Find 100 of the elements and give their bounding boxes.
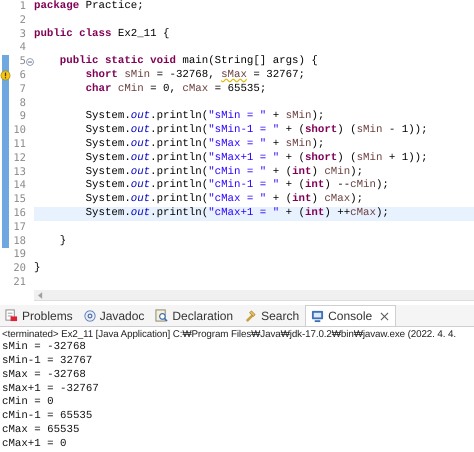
code-text: + ( (272, 166, 292, 178)
view-tab[interactable]: Console (305, 305, 396, 326)
variable-name: sMax (221, 68, 247, 81)
variable-name: cMax (324, 193, 350, 206)
collapse-icon[interactable] (26, 58, 34, 66)
line-number: 14 (12, 179, 26, 194)
view-tab[interactable]: Declaration (150, 305, 240, 326)
code-text: + ( (284, 152, 305, 164)
code-text: ) ( (337, 124, 357, 136)
code-text: = 0, (149, 82, 177, 95)
view-tab[interactable]: Javadoc (78, 305, 150, 326)
code-text: } (58, 234, 66, 247)
close-icon[interactable] (380, 312, 390, 321)
line-number: 21 (12, 276, 26, 290)
line-number: 20 (12, 262, 26, 276)
line-number: 19 (12, 248, 26, 262)
line-number: 16 (12, 206, 26, 221)
console-output-line: sMin-1 = 32767 (2, 354, 92, 369)
line-number: 10 (12, 124, 26, 138)
console-output-line: sMin = -32768 (2, 340, 86, 355)
view-tab[interactable]: Search (239, 305, 306, 326)
field-name: out (130, 110, 150, 122)
code-text: System. (84, 206, 131, 219)
variable-name: cMax (182, 82, 208, 95)
code-text: ); (376, 206, 389, 219)
code-text: Ex2_11 { (116, 28, 170, 40)
at-sign-icon (84, 310, 96, 322)
code-text: .println( (150, 152, 208, 164)
code-text: ) (311, 166, 319, 178)
code-text: System. (84, 193, 131, 206)
console-output-line: cMin = 0 (2, 396, 54, 410)
line-number: 1 (18, 0, 26, 14)
line-number: 13 (12, 166, 26, 180)
code-text: System. (84, 124, 131, 136)
code-text: ) ++ (324, 206, 350, 219)
code-text: } (34, 262, 40, 274)
string-literal: "sMin = " (208, 110, 266, 122)
line-number: 12 (12, 152, 26, 166)
line-number: 15 (12, 193, 26, 207)
code-text: = 65535; (214, 82, 266, 95)
code-text: ); (311, 110, 324, 122)
code-text: + ( (272, 193, 292, 206)
flashlight-icon (244, 309, 258, 322)
line-number: 3 (18, 28, 26, 42)
string-literal: "sMax+1 = " (208, 152, 280, 164)
code-text: .println( (150, 179, 208, 192)
keyword: int (304, 206, 324, 219)
console-output-line: sMax+1 = -32767 (2, 382, 99, 396)
variable-name: cMin (324, 166, 350, 178)
field-name: out (130, 152, 150, 164)
code-text: = -32768, (156, 68, 216, 81)
string-literal: "cMin = " (208, 166, 266, 178)
line-number: 8 (18, 96, 26, 110)
string-literal: "cMax = " (208, 193, 266, 206)
code-text: System. (84, 179, 131, 192)
field-name: out (130, 179, 150, 192)
console-output-line: sMax = -32768 (2, 368, 86, 383)
declaration-icon (155, 309, 168, 322)
variable-name: sMin (286, 138, 312, 150)
variable-name: cMin (350, 179, 376, 192)
code-text: ); (311, 138, 324, 150)
keyword: int (292, 193, 312, 206)
line-number: 6 (18, 68, 26, 83)
view-tab[interactable]: Problems (0, 305, 79, 326)
code-text: main(String[] args) { (181, 55, 318, 68)
code-text: ) ( (337, 152, 357, 164)
code-text: + ( (284, 206, 305, 219)
code-text: - 1)); (388, 124, 428, 136)
console-output-line: cMin-1 = 65535 (2, 410, 92, 424)
field-name: out (130, 138, 150, 150)
keyword: short (304, 124, 338, 136)
keyword: short (304, 152, 338, 164)
field-name: out (130, 206, 150, 219)
string-literal: "sMax = " (208, 138, 266, 150)
code-text: .println( (150, 166, 208, 178)
line-number: 4 (18, 41, 26, 56)
problems-icon (5, 309, 18, 322)
variable-name: sMin (123, 68, 150, 81)
variable-name: sMin (286, 110, 312, 122)
line-number: 5 (18, 55, 26, 69)
code-text: System. (84, 110, 131, 122)
keyword: public static void (58, 55, 176, 68)
code-text: + ( (284, 179, 305, 192)
console-icon (311, 310, 324, 323)
field-name: out (130, 124, 150, 136)
code-text: Practice; (84, 0, 144, 12)
line-number: 2 (18, 14, 26, 28)
horizontal-scrollbar[interactable] (34, 290, 474, 302)
line-number: 9 (18, 110, 26, 124)
code-text: ); (376, 179, 389, 192)
line-number: 7 (18, 82, 26, 97)
keyword: char (84, 82, 112, 95)
field-name: out (130, 166, 150, 178)
keyword: public class (34, 28, 112, 40)
code-text: System. (84, 152, 131, 164)
string-literal: "cMin-1 = " (208, 179, 280, 192)
line-number: 18 (12, 234, 26, 248)
code-text: ); (350, 193, 364, 206)
code-text: + (272, 110, 280, 122)
code-text: ); (350, 166, 364, 178)
